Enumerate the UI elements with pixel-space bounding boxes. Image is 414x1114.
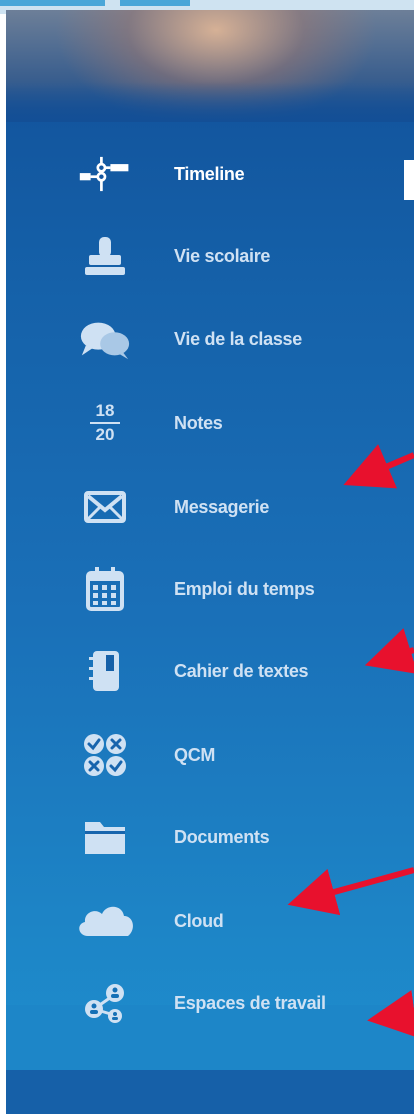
annotation-arrow xyxy=(287,444,414,1038)
annotation-arrows xyxy=(287,444,414,1038)
